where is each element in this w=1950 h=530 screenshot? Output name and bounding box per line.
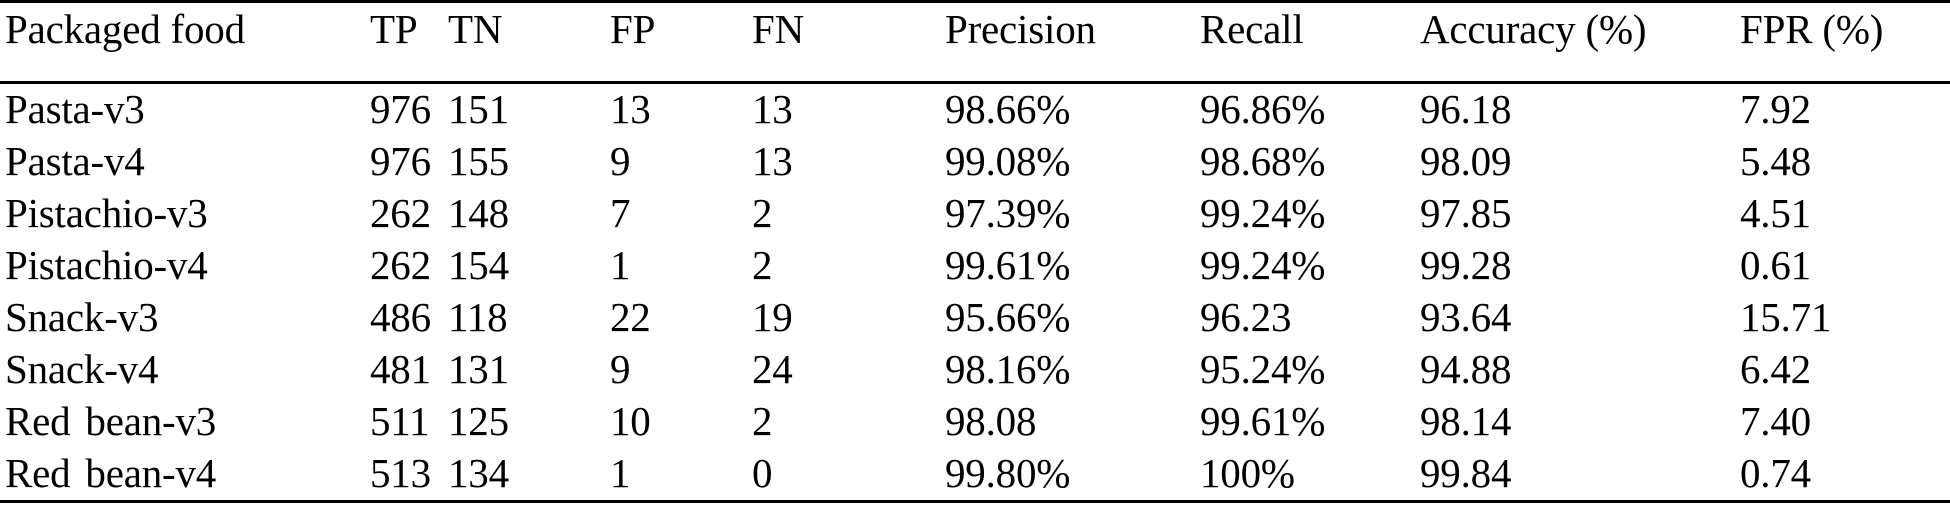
table-cell-tn: 148 <box>448 190 509 236</box>
table-row: Pasta-v4 976 155 9 13 99.08% 98.68% 98.09 5.48 <box>0 136 1950 188</box>
table-cell-recall: 96.86% <box>1200 86 1326 132</box>
table-cell-tn: 125 <box>448 398 509 444</box>
table-cell-precision: 95.66% <box>945 294 1071 340</box>
table-cell-precision: 97.39% <box>945 190 1071 236</box>
column-header-tp: TP <box>370 6 418 52</box>
table-cell-tp: 513 <box>370 450 431 496</box>
table-header-row: Packaged food TP TN FP FN Precision Reca… <box>0 1 1950 83</box>
table-cell-tn: 151 <box>448 86 509 132</box>
table-cell-tp: 486 <box>370 294 431 340</box>
table-cell-precision: 99.61% <box>945 242 1071 288</box>
table-cell-fpr: 15.71 <box>1740 294 1832 340</box>
table-cell-fp: 1 <box>610 450 631 496</box>
table-cell-recall: 96.23 <box>1200 294 1292 340</box>
table-cell-fn: 13 <box>752 138 793 184</box>
table-cell-tp: 511 <box>370 398 430 444</box>
table-cell-tn: 131 <box>448 346 509 392</box>
table-cell-fn: 2 <box>752 242 773 288</box>
table-cell-name: Pistachio-v4 <box>5 242 208 288</box>
table-cell-fp: 10 <box>610 398 651 444</box>
table-cell-name: Snack-v4 <box>5 346 159 392</box>
table-cell-accuracy: 98.09 <box>1420 138 1512 184</box>
table-cell-name: Pasta-v3 <box>5 86 145 132</box>
table-cell-name: Pistachio-v3 <box>5 190 208 236</box>
table-cell-fp: 13 <box>610 86 651 132</box>
column-header-precision: Precision <box>945 6 1096 52</box>
table-cell-accuracy: 94.88 <box>1420 346 1512 392</box>
column-header-accuracy: Accuracy (%) <box>1420 6 1647 52</box>
table-cell-recall: 95.24% <box>1200 346 1326 392</box>
table-cell-accuracy: 99.84 <box>1420 450 1512 496</box>
table-body: Pasta-v3 976 151 13 13 98.66% 96.86% 96.18 7.92 P… <box>0 83 1950 502</box>
table-cell-fpr: 4.51 <box>1740 190 1811 236</box>
table-cell-fn: 2 <box>752 398 773 444</box>
table-cell-fn: 2 <box>752 190 773 236</box>
table-cell-accuracy: 98.14 <box>1420 398 1512 444</box>
table-cell-tn: 118 <box>448 294 508 340</box>
table-cell-name: Red bean-v4 <box>5 450 217 496</box>
table-cell-tp: 481 <box>370 346 431 392</box>
table-cell-fp: 1 <box>610 242 631 288</box>
table-header: Packaged food TP TN FP FN Precision Reca… <box>0 1 1950 83</box>
table-cell-fp: 22 <box>610 294 651 340</box>
table-cell-accuracy: 99.28 <box>1420 242 1512 288</box>
table-cell-tp: 262 <box>370 242 431 288</box>
column-header-fn: FN <box>752 6 805 52</box>
table-cell-name: Snack-v3 <box>5 294 159 340</box>
table-cell-precision: 99.80% <box>945 450 1071 496</box>
table-cell-recall: 99.24% <box>1200 190 1326 236</box>
table-cell-tp: 976 <box>370 86 431 132</box>
table-cell-recall: 98.68% <box>1200 138 1326 184</box>
table-row: Pistachio-v3 262 148 7 2 97.39% 99.24% 97.85 4.5… <box>0 188 1950 240</box>
table-container: Packaged food TP TN FP FN Precision Reca… <box>0 0 1950 530</box>
table-row: Snack-v4 481 131 9 24 98.16% 95.24% 94.88 6.42 <box>0 344 1950 396</box>
table-cell-recall: 99.61% <box>1200 398 1326 444</box>
table-row: Snack-v3 486 118 22 19 95.66% 96.23 93.64 15.71 <box>0 292 1950 344</box>
table-cell-fpr: 5.48 <box>1740 138 1811 184</box>
table-cell-precision: 98.08 <box>945 398 1037 444</box>
column-header-fpr: FPR (%) <box>1740 6 1884 52</box>
table-cell-name: Pasta-v4 <box>5 138 145 184</box>
table-cell-fpr: 0.74 <box>1740 450 1811 496</box>
column-header-fp: FP <box>610 6 656 52</box>
table-cell-fpr: 7.92 <box>1740 86 1811 132</box>
table-cell-tp: 976 <box>370 138 431 184</box>
table-cell-fp: 7 <box>610 190 631 236</box>
table-cell-precision: 98.16% <box>945 346 1071 392</box>
table-row: Pasta-v3 976 151 13 13 98.66% 96.86% 96.18 7.92 <box>0 83 1950 137</box>
table-cell-name: Red bean-v3 <box>5 398 217 444</box>
table-cell-fp: 9 <box>610 138 631 184</box>
table-cell-precision: 99.08% <box>945 138 1071 184</box>
table-row: Red bean-v4 513 134 1 0 99.80% 100% 99.84 0.74 <box>0 448 1950 502</box>
table-cell-tn: 134 <box>448 450 509 496</box>
table-cell-fn: 19 <box>752 294 793 340</box>
table-cell-accuracy: 97.85 <box>1420 190 1512 236</box>
table-cell-fn: 24 <box>752 346 793 392</box>
table-cell-fpr: 6.42 <box>1740 346 1811 392</box>
column-header-packaged-food: Packaged food <box>5 6 245 52</box>
table-cell-fpr: 7.40 <box>1740 398 1811 444</box>
table-cell-fp: 9 <box>610 346 631 392</box>
column-header-recall: Recall <box>1200 6 1304 52</box>
table-row: Pistachio-v4 262 154 1 2 99.61% 99.24% 99.28 0.6… <box>0 240 1950 292</box>
table-cell-recall: 99.24% <box>1200 242 1326 288</box>
table-cell-tn: 155 <box>448 138 509 184</box>
table-cell-fpr: 0.61 <box>1740 242 1811 288</box>
table-cell-fn: 13 <box>752 86 793 132</box>
table-cell-accuracy: 93.64 <box>1420 294 1512 340</box>
table-cell-fn: 0 <box>752 450 773 496</box>
table-cell-tp: 262 <box>370 190 431 236</box>
table-cell-recall: 100% <box>1200 450 1295 496</box>
table-cell-tn: 154 <box>448 242 509 288</box>
results-table: Packaged food TP TN FP FN Precision Reca… <box>0 0 1950 503</box>
table-cell-precision: 98.66% <box>945 86 1071 132</box>
column-header-tn: TN <box>448 6 503 52</box>
table-cell-accuracy: 96.18 <box>1420 86 1512 132</box>
table-row: Red bean-v3 511 125 10 2 98.08 99.61% 98.14 7.40 <box>0 396 1950 448</box>
